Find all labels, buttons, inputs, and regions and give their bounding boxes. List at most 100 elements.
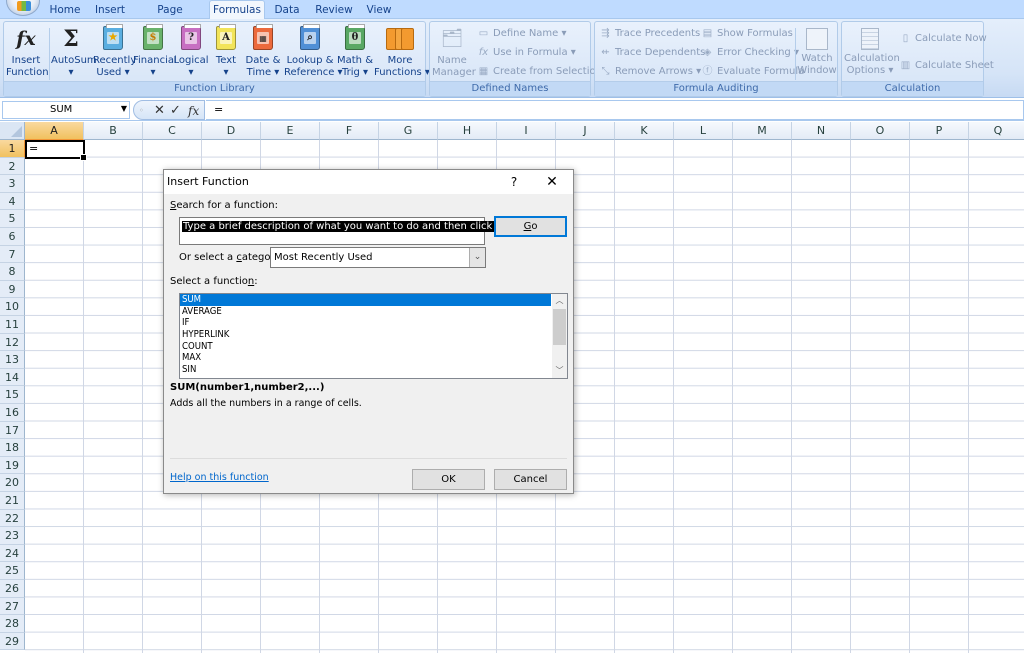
logical-button[interactable]: ? Logical ▾	[172, 24, 210, 82]
autosum-button[interactable]: Σ AutoSum ▾	[51, 24, 97, 82]
text-button[interactable]: A Text ▾	[211, 24, 241, 82]
dialog-titlebar[interactable]: Insert Function ? ✕	[164, 170, 573, 194]
use-in-formula-button[interactable]: fx Use in Formula ▾	[477, 44, 576, 62]
row-header-9[interactable]: 9	[0, 280, 25, 299]
show-formulas-button[interactable]: ▤ Show Formulas	[701, 25, 793, 43]
cancel-entry-icon[interactable]: ✕	[154, 102, 165, 120]
trace-dependents-button[interactable]: ⇷ Trace Dependents	[599, 44, 705, 62]
tab-insert[interactable]: Insert	[92, 2, 128, 19]
define-name-button[interactable]: ▭ Define Name ▾	[477, 25, 567, 43]
name-manager-button[interactable]: 🗂 Name Manager	[432, 24, 476, 82]
function-list[interactable]: SUM AVERAGE IF HYPERLINK COUNT MAX SIN ︿ ﹀	[179, 293, 568, 379]
name-box[interactable]: SUM	[2, 101, 130, 119]
select-all-button[interactable]	[0, 122, 25, 140]
watch-window-button[interactable]: Watch Window	[797, 24, 837, 82]
tab-data[interactable]: Data	[272, 2, 302, 19]
column-header-i[interactable]: I	[497, 122, 556, 140]
error-checking-button[interactable]: ◈ Error Checking ▾	[701, 44, 799, 62]
row-header-3[interactable]: 3	[0, 175, 25, 193]
column-header-l[interactable]: L	[674, 122, 733, 140]
tab-page-layout[interactable]: Page Layout	[138, 2, 202, 32]
go-button[interactable]: Go	[494, 216, 567, 237]
math-trig-button[interactable]: θ Math & Trig ▾	[336, 24, 374, 82]
row-header-5[interactable]: 5	[0, 210, 25, 228]
function-list-item[interactable]: HYPERLINK	[180, 329, 551, 341]
row-header-16[interactable]: 16	[0, 404, 25, 422]
tab-view[interactable]: View	[365, 2, 393, 19]
row-header-11[interactable]: 11	[0, 316, 25, 334]
column-header-k[interactable]: K	[615, 122, 674, 140]
close-icon[interactable]: ✕	[540, 172, 564, 192]
column-header-p[interactable]: P	[910, 122, 969, 140]
column-header-b[interactable]: B	[84, 122, 143, 140]
more-functions-button[interactable]: More Functions ▾	[374, 24, 430, 82]
calculate-now-button[interactable]: ▯ Calculate Now	[899, 30, 987, 48]
function-search-input[interactable]: Type a brief description of what you wan…	[179, 217, 511, 245]
cancel-button[interactable]: Cancel	[494, 469, 567, 490]
row-header-10[interactable]: 10	[0, 298, 25, 316]
row-header-15[interactable]: 15	[0, 386, 25, 404]
insert-function-button[interactable]: fx Insert Function	[6, 24, 49, 82]
tab-formulas[interactable]: Formulas	[209, 0, 265, 20]
column-header-o[interactable]: O	[851, 122, 910, 140]
column-header-q[interactable]: Q	[969, 122, 1024, 140]
row-header-18[interactable]: 18	[0, 439, 25, 457]
ok-button[interactable]: OK	[412, 469, 485, 490]
remove-arrows-button[interactable]: ⤡ Remove Arrows ▾	[599, 63, 702, 81]
date-time-button[interactable]: ▦ Date & Time ▾	[244, 24, 282, 82]
column-header-f[interactable]: F	[320, 122, 379, 140]
function-list-item[interactable]: AVERAGE	[180, 306, 551, 318]
row-header-4[interactable]: 4	[0, 192, 25, 211]
row-header-2[interactable]: 2	[0, 157, 25, 176]
column-header-m[interactable]: M	[733, 122, 792, 140]
row-header-26[interactable]: 26	[0, 580, 25, 598]
calculate-sheet-button[interactable]: ▥ Calculate Sheet	[899, 57, 994, 75]
formula-input[interactable]: =	[206, 100, 1024, 120]
column-header-h[interactable]: H	[438, 122, 497, 140]
tab-review[interactable]: Review	[315, 2, 353, 19]
lookup-reference-button[interactable]: ⌕ Lookup & Reference ▾	[284, 24, 343, 82]
recently-used-button[interactable]: ★ Recently Used ▾	[93, 24, 136, 82]
row-header-8[interactable]: 8	[0, 263, 25, 281]
row-header-22[interactable]: 22	[0, 509, 25, 528]
row-header-17[interactable]: 17	[0, 421, 25, 440]
row-header-28[interactable]: 28	[0, 615, 25, 633]
row-header-1[interactable]: 1	[0, 140, 25, 158]
column-header-e[interactable]: E	[261, 122, 320, 140]
column-header-a[interactable]: A	[25, 122, 84, 140]
row-header-13[interactable]: 13	[0, 351, 25, 369]
row-header-14[interactable]: 14	[0, 368, 25, 387]
column-header-g[interactable]: G	[379, 122, 438, 140]
row-header-25[interactable]: 25	[0, 562, 25, 580]
function-list-item[interactable]: MAX	[180, 352, 551, 364]
scrollbar-thumb[interactable]	[553, 309, 566, 345]
help-on-function-link[interactable]: Help on this function	[170, 472, 269, 483]
category-select[interactable]: Most Recently Used ⌄	[270, 247, 486, 268]
column-header-d[interactable]: D	[202, 122, 261, 140]
create-from-selection-button[interactable]: ▦ Create from Selection	[477, 63, 602, 81]
trace-precedents-button[interactable]: ⇶ Trace Precedents	[599, 25, 700, 43]
active-cell-a1[interactable]: =	[25, 140, 87, 161]
row-header-20[interactable]: 20	[0, 474, 25, 492]
chevron-down-icon[interactable]: ⌄	[469, 248, 485, 267]
row-header-21[interactable]: 21	[0, 492, 25, 510]
insert-function-fx-icon[interactable]: fx	[188, 102, 199, 120]
column-header-n[interactable]: N	[792, 122, 851, 140]
name-box-dropdown-icon[interactable]: ▼	[118, 102, 130, 116]
enter-entry-icon[interactable]: ✓	[170, 102, 181, 120]
row-header-29[interactable]: 29	[0, 632, 25, 651]
row-header-23[interactable]: 23	[0, 527, 25, 545]
row-header-19[interactable]: 19	[0, 456, 25, 475]
help-icon[interactable]: ?	[504, 172, 524, 192]
tab-home[interactable]: Home	[48, 2, 82, 19]
office-button[interactable]	[6, 0, 40, 16]
function-list-item[interactable]: COUNT	[180, 341, 551, 353]
row-header-6[interactable]: 6	[0, 228, 25, 246]
function-list-item[interactable]: IF	[180, 317, 551, 329]
row-header-27[interactable]: 27	[0, 597, 25, 616]
function-list-scrollbar[interactable]: ︿ ﹀	[552, 294, 567, 378]
row-header-7[interactable]: 7	[0, 245, 25, 264]
scroll-down-icon[interactable]: ﹀	[552, 364, 567, 378]
calculation-options-button[interactable]: Calculation Options ▾	[844, 24, 900, 82]
row-header-24[interactable]: 24	[0, 544, 25, 563]
